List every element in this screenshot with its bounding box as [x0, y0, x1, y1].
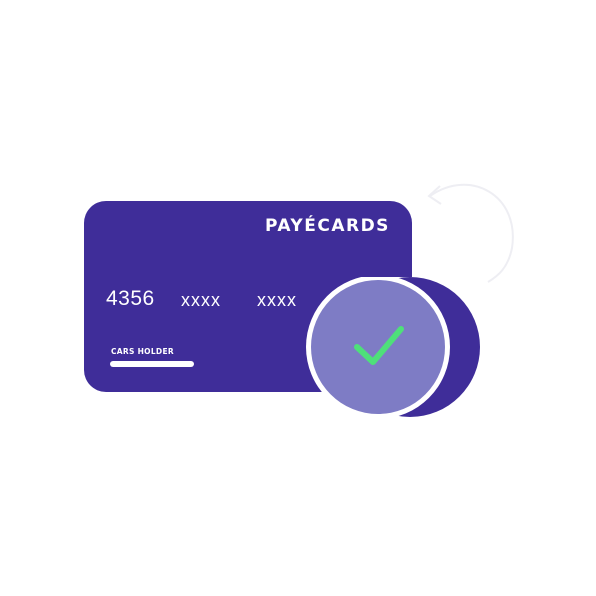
verified-badge: [306, 277, 482, 419]
card-brand: PAYÉCARDS: [265, 216, 390, 236]
card-holder-label: CARS HOLDER: [111, 347, 174, 356]
card-number-group-2: xxxx: [181, 290, 221, 310]
card-number-group-3: xxxx: [257, 290, 297, 310]
illustration: PAYÉCARDS 4356 xxxx xxxx xxxx CARS HOLDE…: [0, 0, 596, 596]
card-number-group-1: 4356: [106, 287, 155, 310]
card-holder-line: [110, 361, 194, 367]
coin-front: [311, 280, 445, 414]
